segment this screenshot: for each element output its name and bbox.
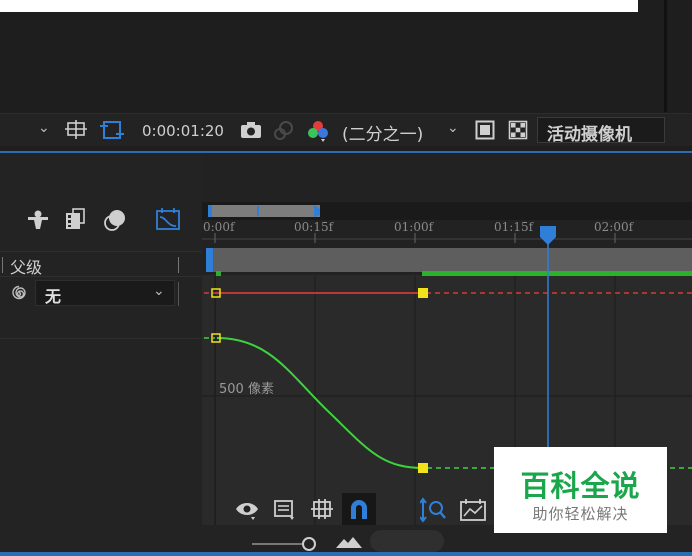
spiral-pickwhip-icon[interactable] bbox=[9, 284, 29, 304]
zoom-slider-knob[interactable] bbox=[302, 537, 316, 551]
ruler-tick-label: 01:00f bbox=[394, 220, 435, 234]
frame-icon[interactable] bbox=[459, 498, 487, 522]
fast-preview-icon[interactable] bbox=[475, 120, 495, 140]
panel-bottom-border bbox=[0, 552, 692, 556]
work-area-start-handle[interactable] bbox=[206, 248, 213, 272]
grid-target-icon[interactable] bbox=[65, 119, 89, 141]
work-area-bar[interactable] bbox=[210, 248, 692, 272]
time-navigator-bar[interactable] bbox=[208, 205, 320, 217]
eye-icon[interactable] bbox=[234, 499, 260, 521]
camera-label: 活动摄像机 bbox=[547, 125, 632, 145]
frame-blending-icon[interactable] bbox=[63, 207, 87, 231]
green-speed-curve[interactable] bbox=[216, 337, 424, 469]
snap-grid-icon[interactable] bbox=[310, 498, 334, 520]
keyframe-marker[interactable] bbox=[418, 463, 428, 473]
parent-column-header[interactable]: 父级 bbox=[10, 254, 42, 278]
graph-value-label: 500 像素 bbox=[219, 382, 274, 397]
parent-dropdown[interactable]: 无 ⌄ bbox=[35, 280, 175, 306]
color-channels-icon[interactable] bbox=[305, 119, 331, 143]
shy-layer-icon[interactable] bbox=[26, 209, 50, 231]
camera-dropdown[interactable]: 活动摄像机 bbox=[537, 117, 665, 145]
ruler-tick-label: 01:15f bbox=[494, 220, 535, 234]
cache-indicator bbox=[422, 271, 692, 276]
composition-viewer: ⌄ 0:00:01:20 (二分之一) ⌄ 活动摄像机 bbox=[0, 0, 692, 150]
graph-editor-icon[interactable] bbox=[155, 207, 181, 231]
column-divider[interactable] bbox=[2, 257, 3, 273]
column-divider[interactable] bbox=[178, 257, 179, 273]
ruler-tick-label: 02:00f bbox=[594, 220, 635, 234]
panel-divider[interactable] bbox=[664, 0, 667, 112]
show-snapshot-icon[interactable] bbox=[272, 119, 296, 141]
resolution-dropdown[interactable]: (二分之一) bbox=[342, 120, 423, 145]
ruler-tick-label: 00:15f bbox=[294, 220, 335, 234]
column-divider bbox=[178, 282, 179, 306]
layer-header-row: 父级 bbox=[0, 251, 202, 277]
chevron-down-icon[interactable]: ⌄ bbox=[447, 121, 459, 135]
layer-pane: 父级 无 ⌄ bbox=[0, 153, 226, 556]
watermark-title: 百科全说 bbox=[520, 469, 641, 503]
ruler-tick-label: 0:00f bbox=[203, 220, 236, 234]
zoom-fit-icon[interactable] bbox=[420, 497, 452, 523]
keyframe-marker[interactable] bbox=[418, 288, 428, 298]
list-icon[interactable] bbox=[273, 499, 297, 521]
horizontal-scrollbar[interactable] bbox=[370, 530, 444, 552]
region-of-interest-icon[interactable] bbox=[98, 118, 126, 142]
chevron-down-icon: ⌄ bbox=[153, 283, 165, 299]
layer-row: 无 ⌄ bbox=[0, 278, 202, 310]
watermark-subtitle: 助你轻松解决 bbox=[532, 505, 629, 523]
row-separator bbox=[0, 338, 202, 339]
camera-snapshot-icon[interactable] bbox=[240, 121, 262, 139]
transparency-grid-icon[interactable] bbox=[508, 120, 528, 140]
playhead-handle[interactable] bbox=[540, 226, 556, 245]
zoom-in-mountain-icon[interactable] bbox=[334, 534, 364, 550]
chevron-down-icon[interactable]: ⌄ bbox=[38, 121, 50, 135]
current-timecode[interactable]: 0:00:01:20 bbox=[142, 122, 224, 140]
magnet-icon bbox=[351, 500, 367, 519]
magnet-button[interactable] bbox=[342, 493, 376, 525]
viewer-toolbar: ⌄ 0:00:01:20 (二分之一) ⌄ 活动摄像机 bbox=[0, 113, 692, 146]
motion-blur-icon[interactable] bbox=[103, 208, 127, 232]
watermark-logo: 百科全说 助你轻松解决 bbox=[494, 447, 667, 533]
composition-canvas[interactable] bbox=[0, 0, 638, 12]
parent-value: 无 bbox=[45, 287, 62, 306]
